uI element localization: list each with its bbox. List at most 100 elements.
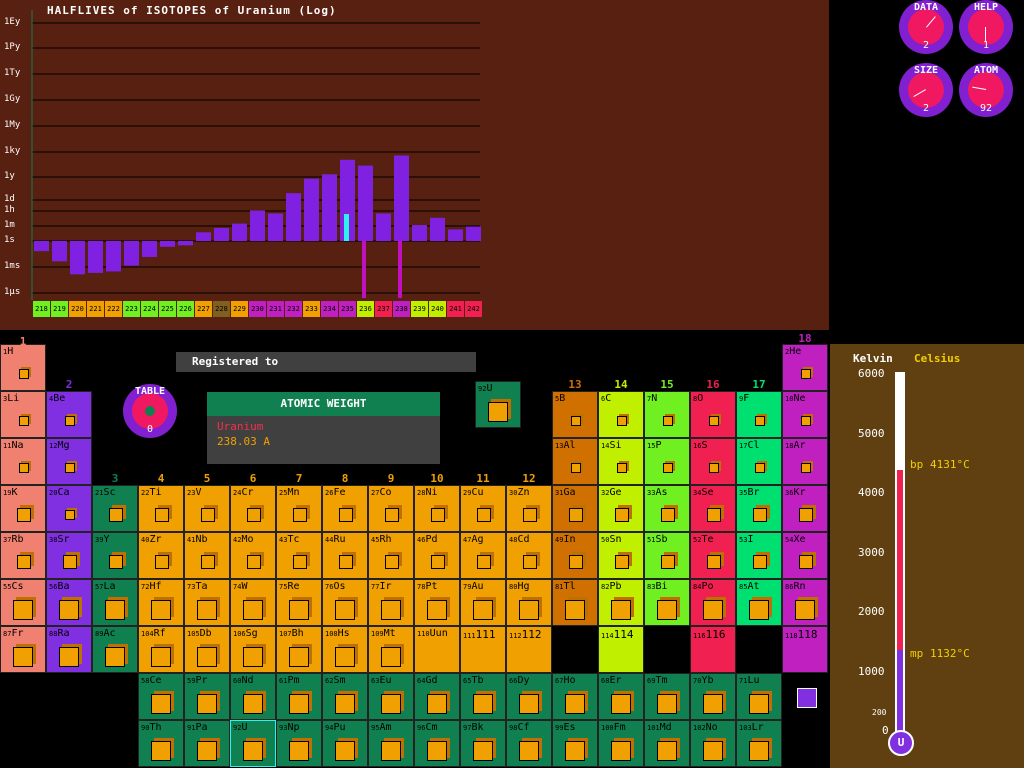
element-Rh[interactable]: 45Rh [368, 532, 414, 579]
element-Sm[interactable]: 62Sm [322, 673, 368, 720]
x-tick-label[interactable]: 228 [213, 301, 230, 317]
element-Hs[interactable]: 108Hs [322, 626, 368, 673]
element-Ho[interactable]: 67Ho [552, 673, 598, 720]
element-Cr[interactable]: 24Cr [230, 485, 276, 532]
element-Db[interactable]: 105Db [184, 626, 230, 673]
element-Lr[interactable]: 103Lr [736, 720, 782, 767]
element-Bh[interactable]: 107Bh [276, 626, 322, 673]
element-K[interactable]: 19K [0, 485, 46, 532]
element-Nd[interactable]: 60Nd [230, 673, 276, 720]
element-Na[interactable]: 11Na [0, 438, 46, 485]
element-Po[interactable]: 84Po [690, 579, 736, 626]
element-Al[interactable]: 13Al [552, 438, 598, 485]
element-Kr[interactable]: 36Kr [782, 485, 828, 532]
element-Sg[interactable]: 106Sg [230, 626, 276, 673]
element-Os[interactable]: 76Os [322, 579, 368, 626]
element-Xe[interactable]: 54Xe [782, 532, 828, 579]
element-112[interactable]: 112112 [506, 626, 552, 673]
element-Cl[interactable]: 17Cl [736, 438, 782, 485]
element-I[interactable]: 53I [736, 532, 782, 579]
element-Ne[interactable]: 10Ne [782, 391, 828, 438]
element-U[interactable]: 92U [230, 720, 276, 767]
x-tick-label[interactable]: 238 [393, 301, 410, 317]
element-Ta[interactable]: 73Ta [184, 579, 230, 626]
element-118[interactable]: 118118 [782, 626, 828, 673]
element-Sr[interactable]: 38Sr [46, 532, 92, 579]
element-Gd[interactable]: 64Gd [414, 673, 460, 720]
element-H[interactable]: 1H [0, 344, 46, 391]
element-Md[interactable]: 101Md [644, 720, 690, 767]
element-Er[interactable]: 68Er [598, 673, 644, 720]
element-Be[interactable]: 4Be [46, 391, 92, 438]
element-Br[interactable]: 35Br [736, 485, 782, 532]
element-C[interactable]: 6C [598, 391, 644, 438]
x-tick-label[interactable]: 239 [411, 301, 428, 317]
x-tick-label[interactable]: 233 [303, 301, 320, 317]
x-tick-label[interactable]: 232 [285, 301, 302, 317]
element-Ce[interactable]: 58Ce [138, 673, 184, 720]
element-Rb[interactable]: 37Rb [0, 532, 46, 579]
element-Co[interactable]: 27Co [368, 485, 414, 532]
element-Ag[interactable]: 47Ag [460, 532, 506, 579]
element-Mg[interactable]: 12Mg [46, 438, 92, 485]
element-S[interactable]: 16S [690, 438, 736, 485]
atom-dial[interactable]: ATOM 92 [959, 63, 1013, 117]
x-tick-label[interactable]: 231 [267, 301, 284, 317]
element-Hg[interactable]: 80Hg [506, 579, 552, 626]
element-He[interactable]: 2He [782, 344, 828, 391]
help-dial[interactable]: HELP 1 [959, 0, 1013, 54]
element-Cm[interactable]: 96Cm [414, 720, 460, 767]
element-Tc[interactable]: 43Tc [276, 532, 322, 579]
table-dial[interactable]: TABLE 0 [123, 384, 177, 438]
element-No[interactable]: 102No [690, 720, 736, 767]
element-As[interactable]: 33As [644, 485, 690, 532]
x-tick-label[interactable]: 222 [105, 301, 122, 317]
element-W[interactable]: 74W [230, 579, 276, 626]
element-Np[interactable]: 93Np [276, 720, 322, 767]
x-tick-label[interactable]: 221 [87, 301, 104, 317]
element-Te[interactable]: 52Te [690, 532, 736, 579]
data-dial[interactable]: DATA 2 [899, 0, 953, 54]
x-tick-label[interactable]: 226 [177, 301, 194, 317]
element-Mn[interactable]: 25Mn [276, 485, 322, 532]
element-B[interactable]: 5B [552, 391, 598, 438]
element-Fm[interactable]: 100Fm [598, 720, 644, 767]
element-Se[interactable]: 34Se [690, 485, 736, 532]
element-Th[interactable]: 90Th [138, 720, 184, 767]
x-tick-label[interactable]: 227 [195, 301, 212, 317]
element-Hf[interactable]: 72Hf [138, 579, 184, 626]
element-N[interactable]: 7N [644, 391, 690, 438]
x-tick-label[interactable]: 224 [141, 301, 158, 317]
element-In[interactable]: 49In [552, 532, 598, 579]
x-tick-label[interactable]: 220 [69, 301, 86, 317]
x-tick-label[interactable]: 241 [447, 301, 464, 317]
element-Y[interactable]: 39Y [92, 532, 138, 579]
element-Sb[interactable]: 51Sb [644, 532, 690, 579]
limit-icon[interactable] [797, 688, 817, 708]
element-Au[interactable]: 79Au [460, 579, 506, 626]
element-Fe[interactable]: 26Fe [322, 485, 368, 532]
element-Ni[interactable]: 28Ni [414, 485, 460, 532]
element-Ru[interactable]: 44Ru [322, 532, 368, 579]
element-Pt[interactable]: 78Pt [414, 579, 460, 626]
element-Pr[interactable]: 59Pr [184, 673, 230, 720]
element-Fr[interactable]: 87Fr [0, 626, 46, 673]
x-tick-label[interactable]: 240 [429, 301, 446, 317]
element-Ga[interactable]: 31Ga [552, 485, 598, 532]
element-111[interactable]: 111111 [460, 626, 506, 673]
x-tick-label[interactable]: 230 [249, 301, 266, 317]
element-O[interactable]: 8O [690, 391, 736, 438]
element-Cd[interactable]: 48Cd [506, 532, 552, 579]
x-tick-label[interactable]: 235 [339, 301, 356, 317]
element-Sn[interactable]: 50Sn [598, 532, 644, 579]
element-Lu[interactable]: 71Lu [736, 673, 782, 720]
x-tick-label[interactable]: 218 [33, 301, 50, 317]
x-tick-label[interactable]: 225 [159, 301, 176, 317]
element-Sc[interactable]: 21Sc [92, 485, 138, 532]
element-P[interactable]: 15P [644, 438, 690, 485]
element-Ra[interactable]: 88Ra [46, 626, 92, 673]
element-Ca[interactable]: 20Ca [46, 485, 92, 532]
x-tick-label[interactable]: 219 [51, 301, 68, 317]
element-Uun[interactable]: 110Uun [414, 626, 460, 673]
element-Cf[interactable]: 98Cf [506, 720, 552, 767]
